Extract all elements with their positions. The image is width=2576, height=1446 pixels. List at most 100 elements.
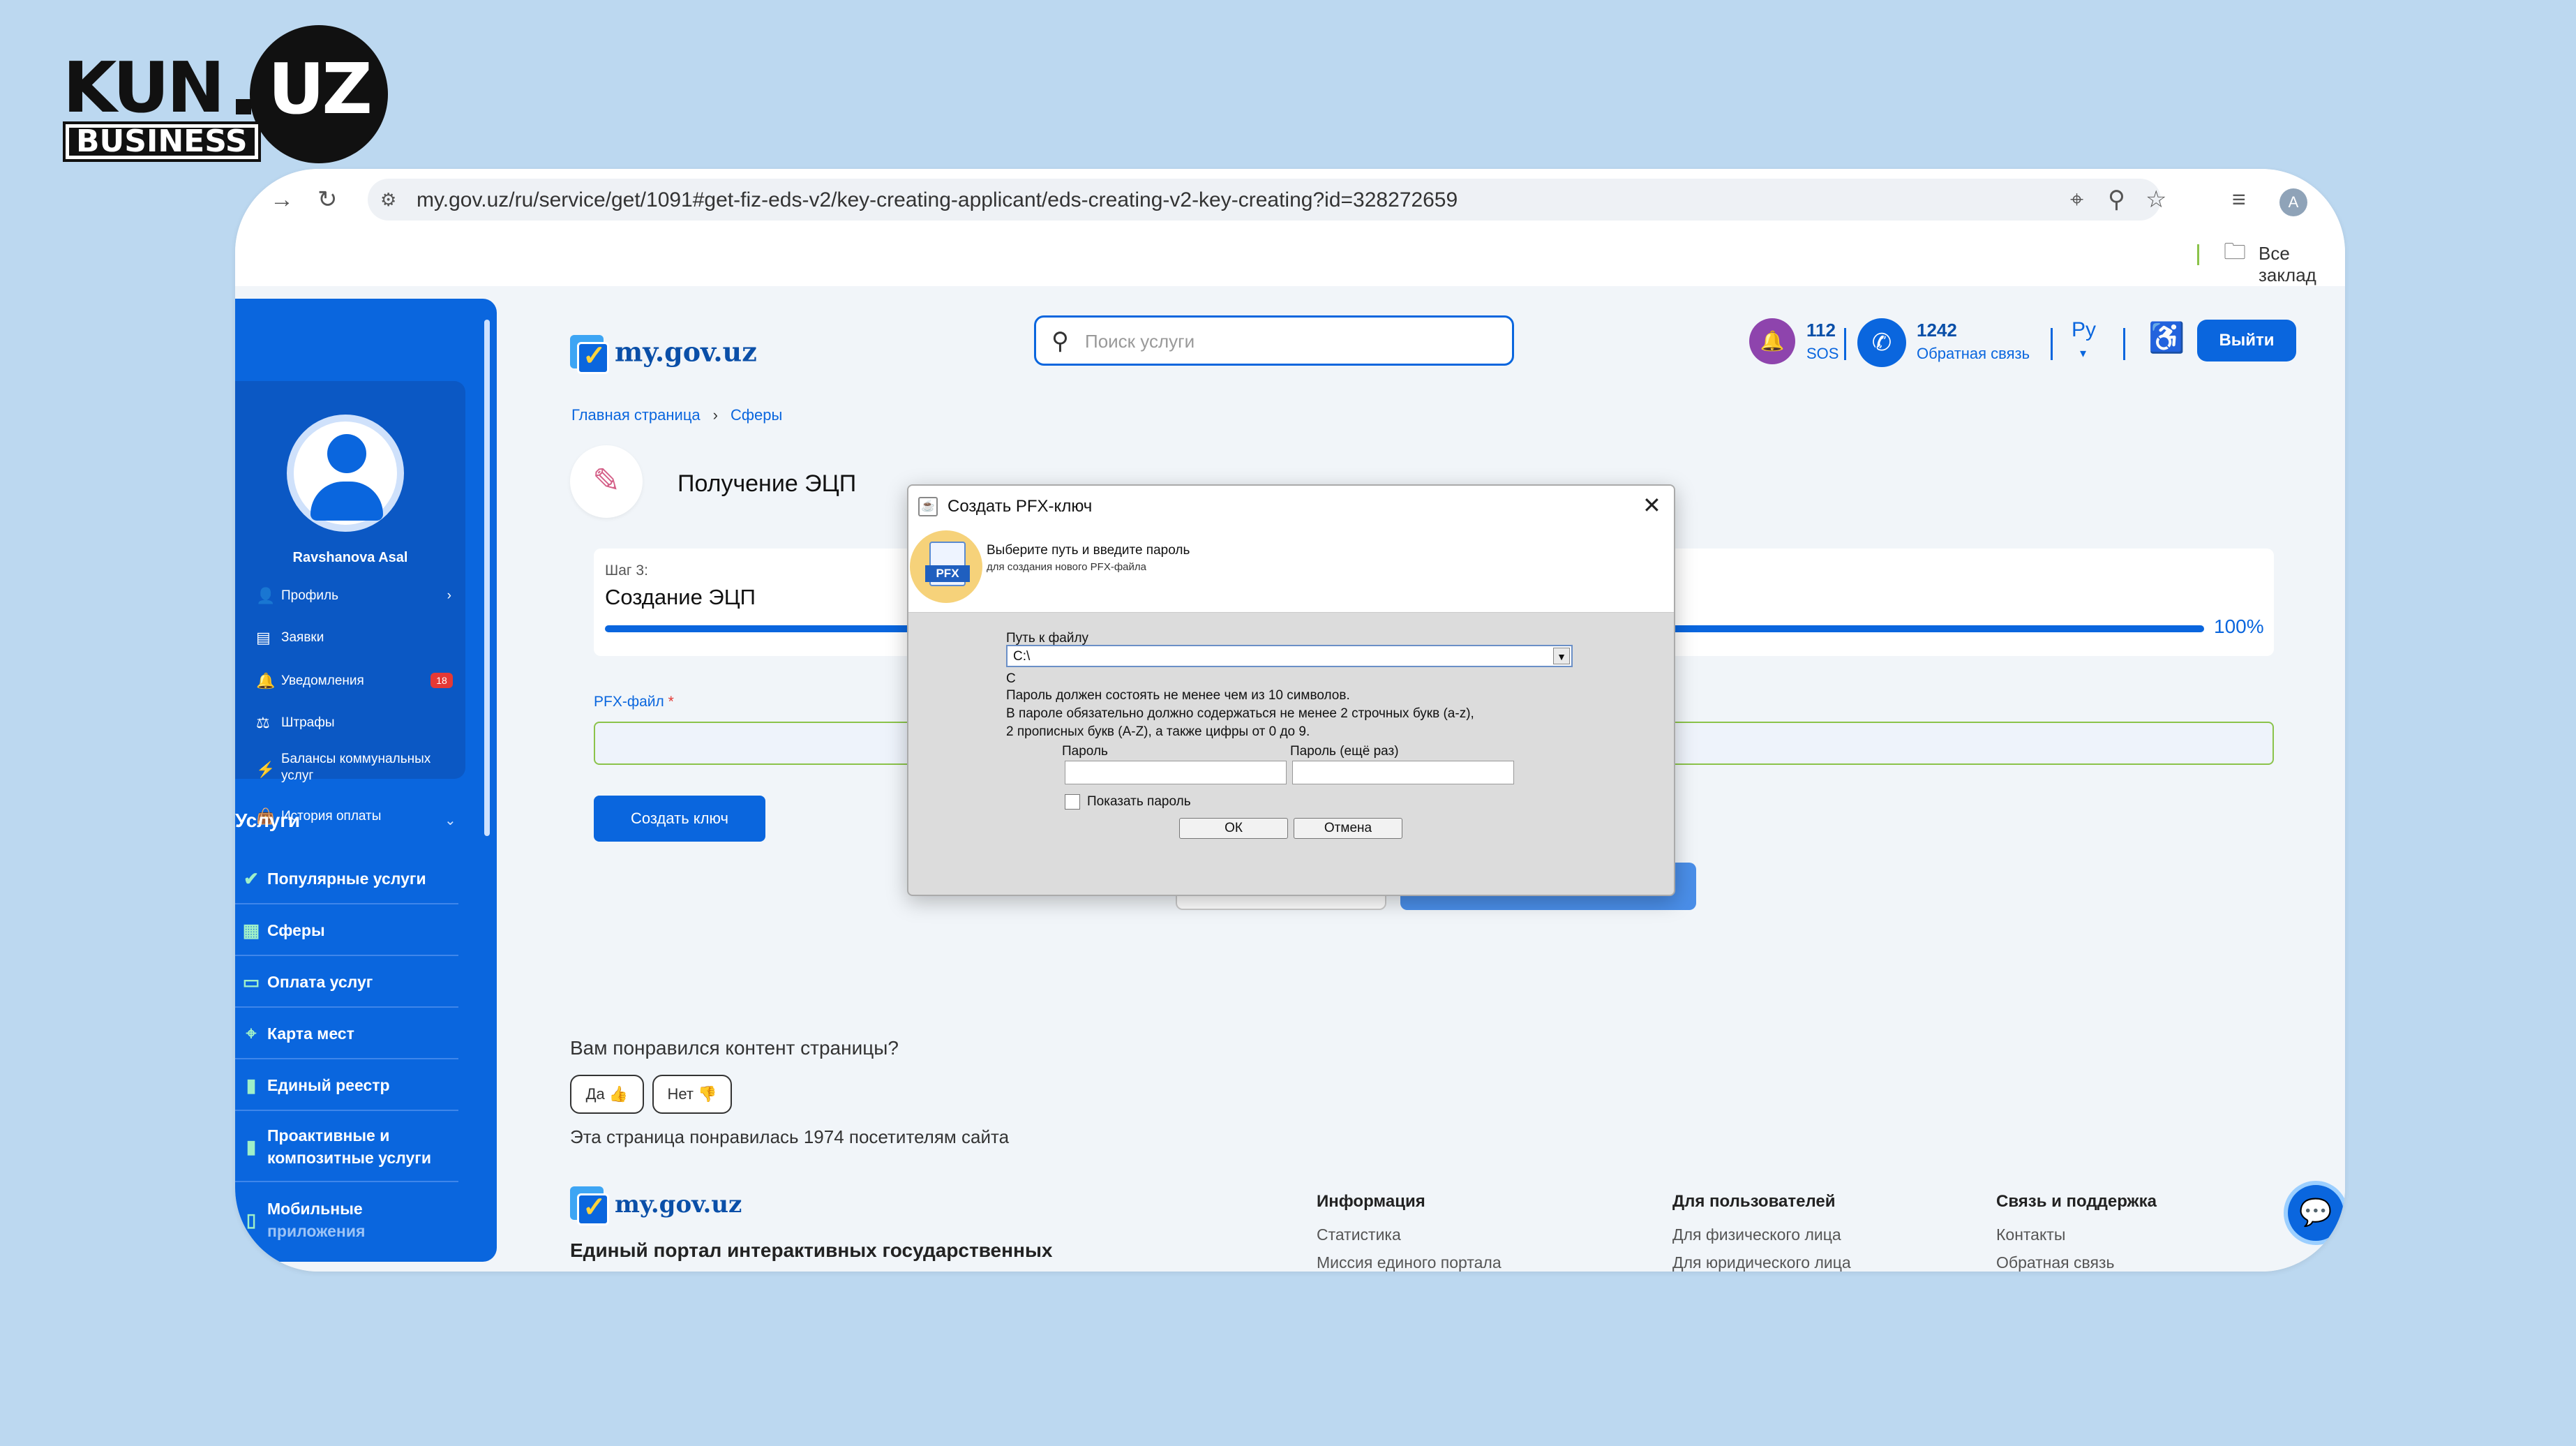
services-title[interactable]: Услуги [235, 810, 300, 832]
sidebar-service-mobile[interactable]: ▯ Мобильные приложения [235, 1185, 458, 1255]
pfx-file-icon: PFX [910, 530, 982, 603]
address-bar[interactable]: ⚙ my.gov.uz/ru/service/get/1091#get-fiz-… [368, 179, 2166, 221]
bookmarks-label[interactable]: Все заклад [2259, 243, 2345, 286]
footer-link[interactable]: Для физического лица [1672, 1225, 1841, 1244]
profile-avatar-icon[interactable]: A [2279, 188, 2307, 216]
sos-icon[interactable]: 🔔 [1749, 318, 1795, 364]
password-repeat-field[interactable] [1292, 761, 1514, 784]
path-select[interactable]: C:\ ▼ [1006, 645, 1573, 667]
bookmark-separator [2197, 244, 2199, 265]
like-button[interactable]: Да 👍 [570, 1075, 644, 1114]
search-box[interactable]: ⚲ [1034, 315, 1514, 366]
footer-link[interactable]: Для юридического лица [1672, 1253, 1851, 1272]
sos-number[interactable]: 112 [1806, 320, 1836, 341]
sidebar-service-spheres[interactable]: ▦ Сферы [235, 906, 458, 956]
sidebar-scrollbar[interactable] [484, 320, 490, 836]
folder-icon[interactable]: 🗀 [2224, 237, 2246, 265]
thumbs-down-icon: 👎 [698, 1085, 717, 1103]
breadcrumb-spheres[interactable]: Сферы [731, 406, 782, 424]
language-selector[interactable]: Ру [2072, 318, 2096, 342]
star-icon[interactable]: ☆ [2146, 186, 2166, 214]
header-separator [1844, 328, 1846, 360]
breadcrumb-home[interactable]: Главная страница [571, 406, 701, 424]
dropdown-arrow-icon[interactable]: ▼ [1553, 648, 1570, 664]
file-icon: ▮ [246, 1074, 257, 1096]
sidebar-item-notifications[interactable]: 🔔 Уведомления [256, 667, 458, 695]
footer-link[interactable]: Обратная связь [1996, 1253, 2114, 1272]
site-logo-icon: ✓ [570, 335, 609, 374]
show-password-label[interactable]: Показать пароль [1087, 794, 1191, 810]
card-icon: ▭ [242, 971, 260, 992]
phone-number[interactable]: 1242 [1917, 320, 1957, 341]
site-logo[interactable]: ✓ my.gov.uz [570, 335, 757, 374]
fine-icon: ⚖ [256, 714, 270, 731]
phone-icon[interactable]: ✆ [1857, 318, 1906, 367]
feedback-label[interactable]: Обратная связь [1917, 345, 2030, 363]
footer-col-info-title: Информация [1317, 1192, 1425, 1211]
chevron-down-icon[interactable]: ▾ [2080, 346, 2086, 361]
close-icon[interactable]: ✕ [1642, 493, 1661, 518]
reading-list-icon[interactable]: ≡ [2232, 186, 2246, 214]
sidebar-item-fines[interactable]: ⚖ Штрафы [256, 709, 458, 737]
password-rule: 2 прописных букв (A-Z), а также цифры от… [1006, 724, 1310, 739]
logo-uz-text: UZ [268, 48, 373, 130]
url-text[interactable]: my.gov.uz/ru/service/get/1091#get-fiz-ed… [417, 188, 1458, 212]
like-count-text: Эта страница понравилась 1974 посетителя… [570, 1126, 1010, 1147]
dislike-button[interactable]: Нет 👎 [652, 1075, 732, 1114]
footer-logo[interactable]: ✓ my.gov.uz [570, 1186, 742, 1225]
browser-window: → ↻ ⚙ my.gov.uz/ru/service/get/1091#get-… [235, 169, 2345, 1272]
footer-link[interactable]: Статистика [1317, 1225, 1401, 1244]
sos-label[interactable]: SOS [1806, 345, 1839, 363]
feedback-question: Вам понравился контент страницы? [570, 1037, 899, 1059]
ok-button[interactable]: ОК [1179, 818, 1288, 839]
check-badge-icon: ✔ [244, 867, 259, 889]
step-title: Создание ЭЦП [605, 585, 756, 609]
bell-icon: 🔔 [256, 672, 276, 690]
avatar[interactable] [287, 415, 404, 532]
notifications-badge: 18 [430, 673, 453, 688]
logout-button[interactable]: Выйти [2197, 320, 2296, 362]
accessibility-icon[interactable]: ♿ [2148, 321, 2185, 355]
footer-link[interactable]: Миссия единого портала [1317, 1253, 1502, 1272]
sidebar-item-utilities[interactable]: ⚡ Балансы коммунальных услуг [256, 751, 458, 793]
sidebar-service-proactive[interactable]: ▮ Проактивные и композитные услуги [235, 1112, 458, 1182]
cancel-button[interactable]: Отмена [1294, 818, 1402, 839]
document-icon: ▤ [256, 629, 271, 646]
path-label: Путь к файлу [1006, 631, 1089, 646]
sidebar-service-registry[interactable]: ▮ Единый реестр [235, 1061, 458, 1111]
show-password-checkbox[interactable] [1065, 794, 1080, 810]
search-icon[interactable]: ⚲ [1051, 327, 1069, 355]
password-field[interactable] [1065, 761, 1287, 784]
step-label: Шаг 3: [605, 562, 648, 579]
dialog-header-line2: для создания нового PFX-файла [987, 561, 1146, 573]
password-rule: В пароле обязательно должно содержаться … [1006, 706, 1474, 721]
user-name: Ravshanova Asal [292, 550, 408, 565]
header-separator [2051, 328, 2053, 360]
dialog-titlebar[interactable]: ☕ Создать PFX-ключ ✕ [908, 486, 1674, 528]
chat-icon[interactable]: 💬 [2284, 1181, 2345, 1245]
sidebar-item-profile[interactable]: 👤 Профиль › [256, 582, 458, 610]
chevron-down-icon[interactable]: ⌄ [444, 812, 456, 829]
zoom-icon[interactable]: ⚲ [2108, 186, 2125, 214]
forward-icon[interactable]: → [270, 186, 294, 214]
footer-logo-icon: ✓ [570, 1186, 609, 1225]
footer-col-support-title: Связь и поддержка [1996, 1192, 2157, 1211]
password-rule: Пароль должен состоять не менее чем из 1… [1006, 688, 1350, 703]
search-input[interactable] [1085, 330, 1497, 352]
create-key-button[interactable]: Создать ключ [594, 796, 765, 842]
sidebar-service-popular[interactable]: ✔ Популярные услуги [235, 854, 458, 904]
chevron-right-icon: › [447, 588, 451, 603]
person-icon: 👤 [256, 587, 276, 604]
header-separator [2123, 328, 2125, 360]
sidebar-item-requests[interactable]: ▤ Заявки [256, 624, 458, 652]
password-label: Пароль [1062, 744, 1108, 759]
logo-kun-text: KUN [63, 47, 225, 128]
sidebar-service-payment[interactable]: ▭ Оплата услуг [235, 957, 458, 1008]
dialog-header-line1: Выберите путь и введите пароль [987, 543, 1190, 558]
sidebar-service-map[interactable]: ⌖ Карта мест [235, 1009, 458, 1059]
site-settings-icon[interactable]: ⚙ [380, 186, 396, 214]
footer-link[interactable]: Контакты [1996, 1225, 2065, 1244]
location-icon[interactable]: ⌖ [2070, 186, 2083, 214]
reload-icon[interactable]: ↻ [317, 186, 338, 214]
phone-icon: ▯ [246, 1209, 257, 1230]
